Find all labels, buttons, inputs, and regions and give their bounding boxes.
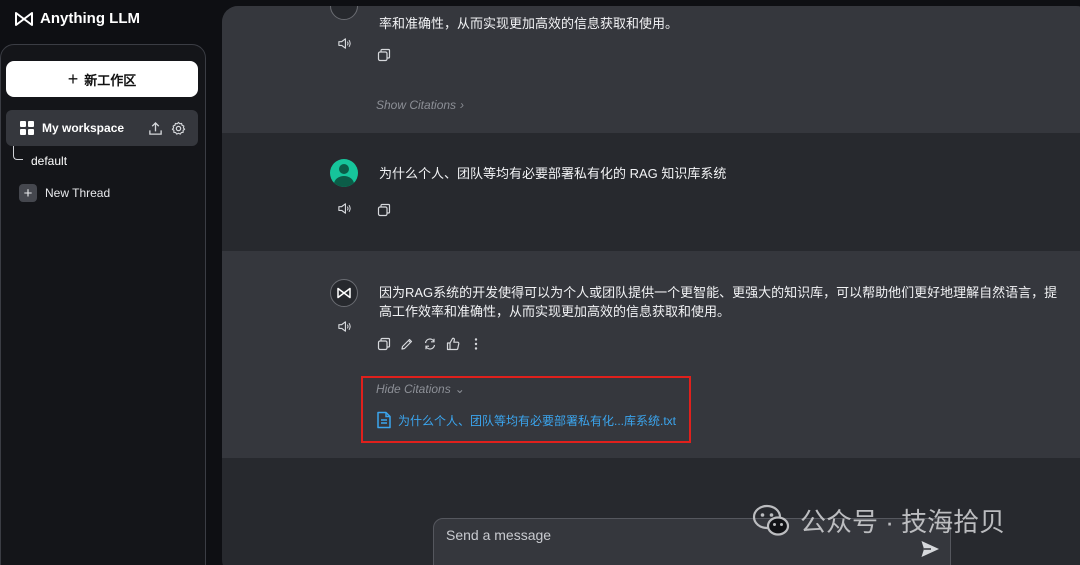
new-thread-button[interactable]: + New Thread [19, 184, 110, 202]
gear-icon[interactable] [171, 121, 186, 136]
thumbs-up-icon[interactable] [446, 337, 460, 351]
upload-icon[interactable] [148, 121, 163, 136]
show-citations-label: Show Citations [376, 98, 457, 112]
workspace-grid-icon [20, 121, 34, 135]
hide-citations-label: Hide Citations [376, 382, 451, 396]
hide-citations-toggle[interactable]: Hide Citations ⌄ [376, 382, 465, 396]
message-text: 因为RAG系统的开发使得可以为个人或团队提供一个更智能、更强大的知识库，可以帮助… [379, 285, 1058, 319]
chevron-right-icon: › [460, 98, 465, 112]
show-citations-toggle[interactable]: Show Citations › [376, 98, 464, 112]
sidebar-thread-default[interactable]: default [31, 154, 67, 168]
more-vertical-icon[interactable] [469, 337, 483, 351]
user-avatar-icon [330, 159, 358, 187]
file-text-icon [377, 411, 391, 429]
citation-file-link[interactable]: 为什么个人、团队等均有必要部署私有化...库系统.txt [376, 411, 676, 429]
copy-icon[interactable] [377, 203, 391, 217]
send-icon[interactable] [920, 539, 940, 559]
thread-tree-connector [13, 146, 23, 160]
message-text: 率和准确性，从而实现更加高效的信息获取和使用。 [379, 16, 679, 31]
new-workspace-button[interactable]: + 新工作区 [6, 61, 198, 97]
chat-message-user: 为什么个人、团队等均有必要部署私有化的 RAG 知识库系统 [222, 133, 1080, 251]
assistant-avatar [330, 6, 358, 20]
copy-icon[interactable] [377, 48, 391, 62]
anything-llm-logo-icon [15, 11, 33, 26]
speaker-icon[interactable] [337, 319, 352, 334]
watermark-text: 公众号 · 技海拾贝 [800, 507, 1006, 537]
pencil-icon[interactable] [400, 337, 414, 351]
watermark: 公众号 · 技海拾贝 [752, 502, 1005, 539]
anything-llm-logo-icon [337, 287, 351, 299]
workspace-name: My workspace [42, 121, 125, 135]
regenerate-icon[interactable] [423, 337, 437, 351]
new-workspace-label: 新工作区 [84, 72, 137, 88]
plus-icon: + [67, 69, 79, 89]
citation-file-name: 为什么个人、团队等均有必要部署私有化...库系统.txt [398, 413, 677, 428]
plus-icon: + [19, 184, 37, 202]
chat-container: 率和准确性，从而实现更加高效的信息获取和使用。 Show Citations ›… [222, 6, 1080, 565]
chevron-down-icon: ⌄ [454, 382, 465, 396]
sidebar: + 新工作区 My workspace default + New Thread [0, 44, 206, 565]
assistant-avatar [330, 279, 358, 307]
sidebar-item-my-workspace[interactable]: My workspace [6, 110, 198, 146]
copy-icon[interactable] [377, 337, 391, 351]
speaker-icon[interactable] [337, 36, 352, 51]
wechat-icon [752, 504, 790, 536]
chat-message-assistant: 率和准确性，从而实现更加高效的信息获取和使用。 Show Citations › [222, 6, 1080, 133]
message-text: 为什么个人、团队等均有必要部署私有化的 RAG 知识库系统 [379, 166, 727, 181]
new-thread-label: New Thread [45, 186, 111, 200]
app-logo: Anything LLM [14, 10, 140, 27]
speaker-icon[interactable] [337, 201, 352, 216]
app-title: Anything LLM [40, 10, 140, 27]
